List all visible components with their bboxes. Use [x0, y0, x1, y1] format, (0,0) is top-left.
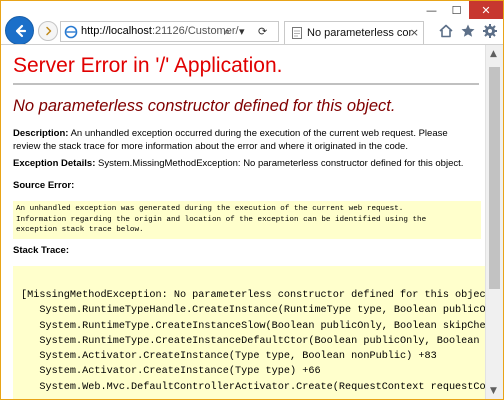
title-divider [13, 83, 479, 85]
stack-trace-label: Stack Trace: [13, 245, 69, 256]
error-message: No parameterless constructor defined for… [13, 97, 396, 115]
stack-trace-line: [MissingMethodException: No parameterles… [21, 290, 485, 301]
scroll-down-icon[interactable]: ▼ [490, 386, 497, 396]
stack-trace-line: System.Web.Mvc.DefaultControllerActivato… [21, 381, 485, 393]
page-icon [292, 27, 302, 39]
arrow-right-icon [46, 26, 52, 36]
stack-trace-line: System.Activator.CreateInstance(Type typ… [21, 366, 321, 378]
description-section: Description: An unhandled exception occu… [13, 127, 475, 153]
arrow-left-icon [15, 24, 26, 37]
stack-trace-line: System.RuntimeType.CreateInstanceDefault… [21, 335, 485, 347]
refresh-icon[interactable]: ⟳ [258, 25, 267, 38]
exception-section: Exception Details: System.MissingMethodE… [13, 157, 475, 170]
home-icon[interactable] [437, 22, 455, 40]
ie-page-icon [64, 25, 78, 39]
back-button[interactable] [5, 16, 34, 45]
minimize-button[interactable]: — [419, 1, 444, 19]
description-text: An unhandled exception occurred during t… [13, 128, 448, 152]
scroll-up-icon[interactable]: ▲ [490, 49, 497, 59]
stack-trace-lines: [MissingMethodException: No parameterles… [21, 288, 485, 395]
close-window-button[interactable]: ✕ [469, 1, 503, 19]
scrollbar-thumb[interactable] [489, 67, 500, 289]
gear-icon[interactable] [481, 22, 499, 40]
tab-title: No parameterless con... [307, 27, 412, 39]
url-text[interactable]: http://localhost:21126/Customer/ [81, 25, 239, 37]
maximize-button[interactable]: ☐ [444, 1, 469, 19]
tab-active[interactable]: No parameterless con... × [284, 21, 424, 45]
search-icon[interactable]: ⌕ [224, 25, 230, 39]
chevron-down-icon[interactable]: ▾ [239, 25, 245, 38]
close-tab-icon[interactable]: × [410, 26, 419, 39]
source-error-text: An unhandled exception was generated dur… [16, 205, 427, 234]
stack-trace-line: System.RuntimeTypeHandle.CreateInstance(… [21, 305, 485, 317]
source-error-box: An unhandled exception was generated dur… [13, 201, 481, 239]
source-error-label: Source Error: [13, 180, 75, 191]
browser-chrome: — ☐ ✕ http://localhost:21126/Customer/ ⌕… [1, 1, 503, 45]
browser-window: — ☐ ✕ http://localhost:21126/Customer/ ⌕… [0, 0, 504, 400]
page-title: Server Error in '/' Application. [13, 54, 283, 77]
stack-trace-box: [MissingMethodException: No parameterles… [13, 266, 485, 399]
description-label: Description: [13, 128, 69, 139]
stack-trace-line: System.RuntimeType.CreateInstanceSlow(Bo… [21, 320, 485, 332]
star-icon[interactable] [459, 22, 477, 40]
exception-text: System.MissingMethodException: No parame… [98, 158, 464, 169]
stack-trace-line: System.Activator.CreateInstance(Type typ… [21, 351, 437, 363]
page-viewport: Server Error in '/' Application. No para… [1, 45, 485, 399]
forward-button[interactable] [38, 21, 58, 41]
exception-label: Exception Details: [13, 158, 96, 169]
url-host: http://localhost [81, 25, 152, 37]
address-bar[interactable]: http://localhost:21126/Customer/ ⌕ ▾ ⟳ [60, 21, 279, 42]
vertical-scrollbar[interactable]: ▲ ▼ [485, 45, 503, 399]
